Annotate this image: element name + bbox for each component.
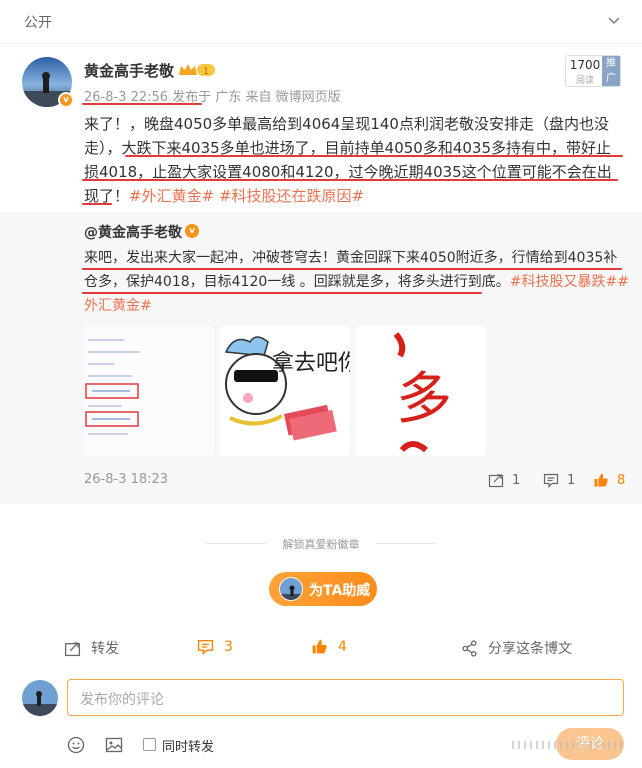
sticker-text: 拿去吧你 bbox=[272, 350, 350, 376]
read-count-label: 阅读 bbox=[575, 76, 594, 86]
post-image[interactable] bbox=[84, 326, 214, 456]
like-count: 4 bbox=[338, 638, 347, 655]
verified-badge-icon: v bbox=[185, 224, 199, 238]
underline-mark bbox=[125, 155, 623, 157]
hashtag-link[interactable]: #科技股还在跌原因# bbox=[219, 187, 364, 205]
share-icon bbox=[488, 474, 504, 488]
also-repost-checkbox[interactable] bbox=[143, 738, 156, 751]
read-count: 1700 bbox=[569, 58, 601, 72]
thumbs-up-icon bbox=[594, 473, 608, 487]
repost-author[interactable]: @黄金高手老敬 bbox=[84, 222, 182, 242]
comment-icon bbox=[197, 639, 214, 655]
repost-like-button[interactable]: 8 bbox=[593, 470, 625, 490]
comment-count: 3 bbox=[224, 638, 233, 655]
visibility-label: 公开 bbox=[24, 15, 52, 31]
watermark bbox=[512, 741, 622, 749]
top-bar: 公开 bbox=[0, 0, 642, 44]
vip-crown-icon[interactable]: 1 bbox=[177, 61, 217, 79]
underline-mark bbox=[82, 292, 482, 294]
share-nodes-icon bbox=[462, 639, 477, 657]
author-name[interactable]: 黄金高手老敬 bbox=[84, 60, 174, 81]
repost-label: 转发 bbox=[91, 641, 119, 657]
repost-text: 来吧，发出来大家一起冲，冲破苍穹去！黄金回踩下来4050附近多，行情给到4035… bbox=[84, 246, 629, 318]
thumbs-up-icon bbox=[312, 639, 327, 654]
vip-level: 1 bbox=[203, 67, 209, 77]
share-button[interactable]: 分享这条博文 bbox=[461, 638, 572, 658]
hashtag-link[interactable]: #外汇黄金# bbox=[129, 187, 214, 205]
post-text: 来了！，晚盘4050多单最高给到4064呈现140点利润老敬没安排走（盘内也没走… bbox=[84, 112, 624, 208]
underline-mark bbox=[82, 179, 618, 181]
like-button[interactable]: 4 bbox=[311, 638, 347, 655]
post-image[interactable]: 拿去吧你 bbox=[220, 326, 350, 456]
underline-mark bbox=[82, 203, 112, 205]
read-count-badge: 1700 阅读 推广 bbox=[565, 55, 621, 87]
hashtag-link[interactable]: #科技股又暴跌# bbox=[510, 274, 617, 290]
image-icon[interactable] bbox=[105, 736, 123, 754]
also-repost-label: 同时转发 bbox=[162, 740, 215, 755]
repost-like-count: 8 bbox=[617, 472, 626, 488]
verified-badge-icon: v bbox=[58, 92, 74, 108]
repost-forward-count: 1 bbox=[512, 472, 521, 488]
fan-badge-text: 解锁真爱粉徽章 bbox=[282, 538, 360, 551]
underline-mark bbox=[82, 268, 622, 270]
calligraphy-text: 多 bbox=[396, 367, 452, 432]
comment-icon bbox=[543, 473, 559, 488]
repost-forward-button[interactable]: 1 bbox=[488, 470, 520, 490]
emoji-icon[interactable] bbox=[67, 736, 85, 754]
avatar bbox=[22, 680, 58, 716]
comment-placeholder: 发布你的评论 bbox=[80, 692, 164, 708]
post-action-bar: 转发 3 4 分享这条博文 bbox=[0, 628, 642, 668]
repost-comment-count: 1 bbox=[567, 472, 576, 488]
boost-button[interactable]: 为TA助威 bbox=[269, 572, 377, 606]
comment-button[interactable]: 3 bbox=[197, 638, 233, 655]
share-icon bbox=[64, 642, 81, 656]
promote-tag[interactable]: 推广 bbox=[602, 56, 620, 86]
boost-label: 为TA助威 bbox=[309, 583, 371, 599]
avatar bbox=[279, 577, 303, 601]
repost-button[interactable]: 转发 bbox=[64, 638, 119, 658]
chevron-down-icon[interactable] bbox=[606, 12, 622, 28]
share-label: 分享这条博文 bbox=[488, 641, 572, 657]
repost-comment-button[interactable]: 1 bbox=[543, 470, 575, 490]
repost-time[interactable]: 26-8-3 18:23 bbox=[84, 472, 168, 487]
comment-input[interactable]: 发布你的评论 bbox=[67, 679, 624, 716]
underline-mark bbox=[82, 103, 202, 105]
post-image[interactable]: 多 bbox=[356, 326, 486, 456]
